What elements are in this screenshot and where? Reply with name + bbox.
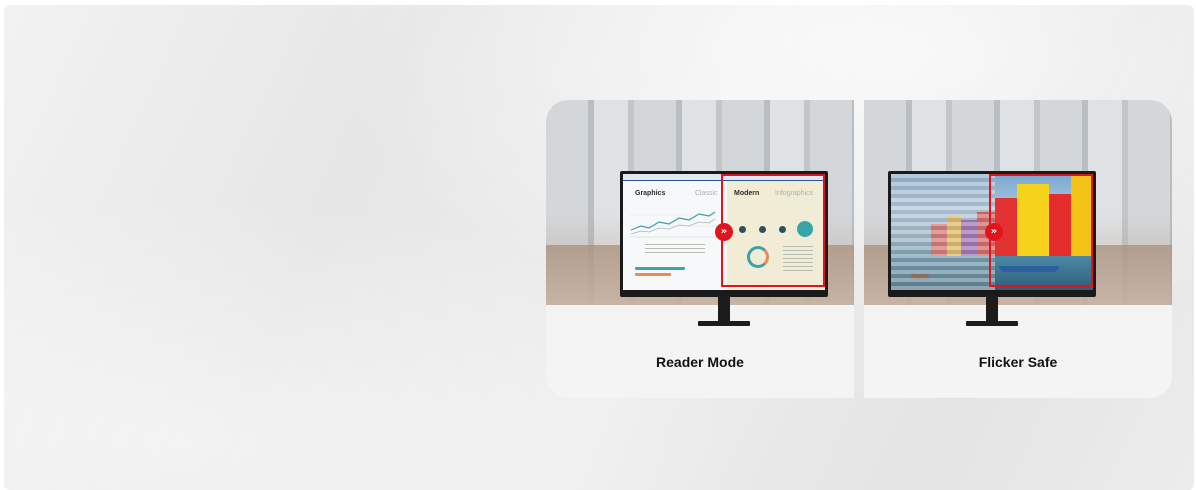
line-chart-graphic [629,211,717,238]
reader-mode-highlight-frame [721,174,825,287]
double-chevron-right-icon: » [985,223,1003,241]
feature-card-flicker-safe[interactable]: » Flicker Safe [864,100,1172,398]
monitor: Graphics Classic Modern Infographics » [620,171,828,331]
doc-title-classic: Classic [695,190,718,197]
flicker-safe-highlight-frame [989,174,1093,287]
progress-bar-graphic [635,273,671,276]
monitor: » [888,171,1096,331]
feature-label: Reader Mode [656,354,744,370]
text-block [645,244,705,256]
feature-label: Flicker Safe [978,354,1058,370]
doc-title-graphics: Graphics [635,190,666,197]
promo-banner: Graphics Classic Modern Infographics » R… [4,5,1194,490]
feature-card-reader-mode[interactable]: Graphics Classic Modern Infographics » R… [546,100,854,398]
double-chevron-right-icon: » [715,223,733,241]
progress-bar-graphic [635,267,685,270]
